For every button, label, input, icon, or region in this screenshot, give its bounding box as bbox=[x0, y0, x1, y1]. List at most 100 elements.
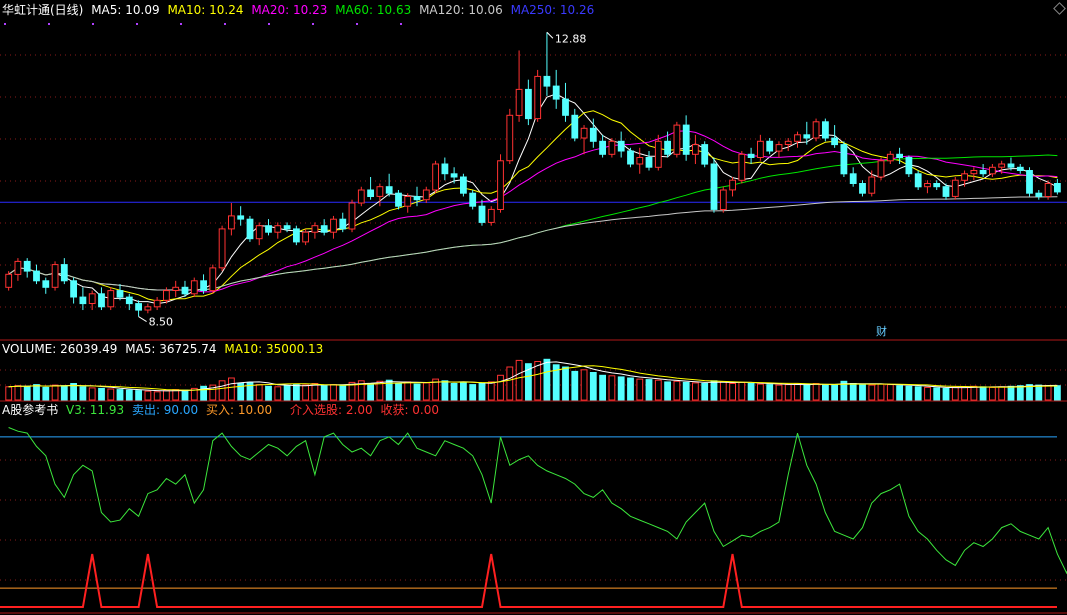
candle-body bbox=[673, 124, 681, 155]
candle-body bbox=[822, 121, 829, 139]
candle-body bbox=[311, 225, 319, 233]
volume-bar bbox=[228, 377, 235, 401]
volume-bar bbox=[747, 383, 755, 401]
candle-body bbox=[181, 286, 189, 295]
volume-bar bbox=[367, 383, 375, 401]
volume-pane bbox=[5, 358, 1061, 401]
event-dot bbox=[180, 23, 182, 25]
volume-bar bbox=[942, 387, 950, 401]
candle-body bbox=[933, 183, 941, 188]
buy-label: 买入: 10.00 bbox=[205, 403, 273, 417]
candle-body bbox=[1026, 170, 1033, 194]
volume-bar bbox=[562, 366, 569, 401]
ma60-label: MA60: 10.63 bbox=[335, 3, 412, 17]
volume-title: VOLUME: 26039.49 bbox=[2, 342, 118, 356]
candle-body bbox=[951, 179, 959, 197]
candle-body bbox=[506, 114, 514, 162]
volume-bar bbox=[116, 389, 124, 401]
candle-body bbox=[525, 88, 532, 120]
candle-body bbox=[23, 260, 31, 272]
indicator-header: A股参考书 V3: 11.93 卖出: 90.00 买入: 10.00 介入选股… bbox=[2, 403, 443, 417]
candle-body bbox=[868, 176, 876, 194]
candle-body bbox=[794, 134, 801, 142]
candle-body bbox=[840, 144, 848, 175]
volume-bar bbox=[60, 385, 68, 401]
candle-body bbox=[961, 173, 969, 181]
v3-label: V3: 11.93 bbox=[66, 403, 125, 417]
volume-bar bbox=[79, 386, 87, 401]
candle-body bbox=[42, 280, 50, 288]
volume-bar bbox=[330, 384, 337, 401]
candle-body bbox=[51, 264, 59, 288]
sell-label: 卖出: 90.00 bbox=[131, 403, 199, 417]
vol-ma10-label: MA10: 35000.13 bbox=[224, 342, 324, 356]
volume-bar bbox=[933, 387, 941, 401]
volume-bar bbox=[125, 389, 133, 401]
volume-bar bbox=[320, 385, 328, 401]
event-dot bbox=[400, 23, 402, 25]
volume-bar bbox=[580, 369, 588, 401]
volume-bar bbox=[729, 383, 737, 401]
volume-bar bbox=[989, 386, 996, 401]
volume-bar bbox=[589, 372, 597, 401]
candle-body bbox=[719, 189, 727, 210]
candle-body bbox=[942, 186, 950, 197]
volume-bar bbox=[395, 383, 402, 401]
volume-bar bbox=[1016, 385, 1024, 401]
candle-body bbox=[497, 160, 504, 211]
candle-body bbox=[125, 296, 133, 305]
event-dot bbox=[48, 23, 50, 25]
stock-title[interactable]: 华虹计通(日线) bbox=[2, 3, 83, 17]
volume-bar bbox=[571, 370, 579, 401]
candle-body bbox=[627, 150, 634, 165]
event-dot bbox=[312, 23, 314, 25]
candle-body bbox=[562, 98, 569, 116]
candle-body bbox=[729, 179, 737, 191]
volume-bar bbox=[534, 361, 542, 401]
volume-bar bbox=[311, 383, 319, 401]
volume-bar bbox=[469, 384, 477, 401]
volume-bar bbox=[803, 384, 811, 401]
main-header: 华虹计通(日线) MA5: 10.09 MA10: 10.24 MA20: 10… bbox=[2, 3, 598, 17]
candle-body bbox=[432, 163, 440, 191]
volume-bar bbox=[339, 384, 347, 401]
volume-bar bbox=[822, 384, 829, 401]
volume-bar bbox=[608, 375, 616, 401]
candle-body bbox=[116, 290, 124, 298]
volume-bar bbox=[849, 383, 857, 401]
candle-body bbox=[348, 202, 356, 230]
volume-bar bbox=[1044, 385, 1052, 401]
volume-bar bbox=[506, 366, 514, 401]
volume-bar bbox=[497, 374, 504, 401]
volume-bar bbox=[293, 384, 300, 401]
candle-body bbox=[357, 189, 365, 204]
volume-bar bbox=[450, 383, 458, 401]
candle-body bbox=[970, 170, 978, 175]
candle-body bbox=[302, 231, 310, 243]
candle-body bbox=[478, 205, 486, 223]
financial-report-marker[interactable]: 财 bbox=[876, 324, 887, 338]
candle-body bbox=[320, 225, 328, 233]
candle-body bbox=[599, 140, 607, 155]
ma5-label: MA5: 10.09 bbox=[91, 3, 160, 17]
candle-body bbox=[784, 140, 792, 146]
candle-body bbox=[710, 163, 718, 210]
candle-body bbox=[989, 166, 996, 175]
volume-bar bbox=[682, 381, 690, 401]
candle-body bbox=[914, 173, 922, 188]
ma120-line bbox=[8, 196, 1058, 291]
volume-bar bbox=[51, 384, 59, 401]
volume-bar bbox=[896, 385, 904, 401]
candle-body bbox=[645, 157, 653, 168]
candle-body bbox=[60, 264, 68, 282]
candle-body bbox=[237, 215, 245, 220]
volume-bar bbox=[265, 385, 272, 401]
volume-bar bbox=[23, 385, 31, 401]
event-dot bbox=[268, 23, 270, 25]
volume-bar bbox=[794, 383, 801, 401]
price-high-label: 12.88 bbox=[555, 32, 587, 45]
indicator-title[interactable]: A股参考书 bbox=[2, 403, 58, 417]
candle-body bbox=[293, 228, 300, 243]
candle-body bbox=[200, 280, 207, 291]
volume-bar bbox=[441, 380, 449, 401]
